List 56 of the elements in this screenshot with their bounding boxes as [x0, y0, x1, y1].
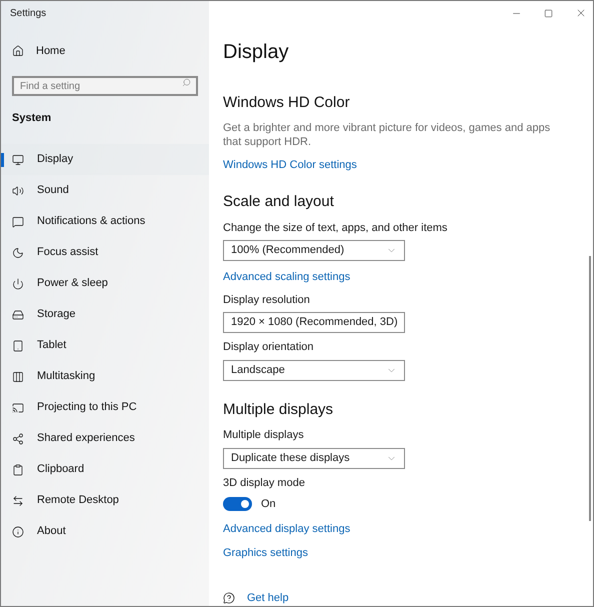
- section-heading: System: [12, 110, 52, 126]
- toggle-state: On: [261, 497, 276, 512]
- field-label: Display resolution: [223, 292, 311, 308]
- field-label: Multiple displays: [223, 428, 305, 443]
- section-heading: Windows HD Color: [223, 93, 350, 113]
- description-text: Get a brighter and more vibrant picture for videos, games and apps that support HDR.: [223, 120, 552, 148]
- field-label: 3D display mode: [223, 476, 306, 490]
- settings-link[interactable]: Windows HD Color settings: [223, 156, 357, 173]
- field-label: Change the size of text, apps, and other items: [223, 220, 448, 236]
- arrows-icon: [12, 494, 24, 506]
- nav-item[interactable]: Shared experiences: [1, 423, 209, 454]
- nav-item[interactable]: Display: [1, 144, 209, 175]
- window-title: Settings: [10, 7, 46, 21]
- nav-item[interactable]: About: [1, 516, 209, 547]
- search-field[interactable]: Find a setting: [12, 76, 198, 96]
- dropdown[interactable]: 100% (Recommended): [223, 240, 405, 261]
- page-title: Display: [223, 40, 289, 65]
- cast-icon: [12, 402, 24, 414]
- settings-link[interactable]: Advanced display settings: [223, 520, 350, 537]
- help-link[interactable]: Get help: [223, 590, 289, 606]
- nav-item[interactable]: Notifications & actions: [1, 206, 209, 237]
- message-icon: [12, 216, 24, 228]
- nav-item[interactable]: Remote Desktop: [1, 485, 209, 516]
- help-icon: [223, 592, 235, 604]
- info-icon: [12, 526, 24, 538]
- toggle-switch[interactable]: [223, 497, 252, 512]
- search-icon: [182, 78, 191, 86]
- dropdown[interactable]: 1920 × 1080 (Recommended, 3D): [223, 312, 405, 333]
- nav-item[interactable]: Storage: [1, 299, 209, 330]
- columns-icon: [12, 370, 24, 382]
- nav-item[interactable]: Sound: [1, 175, 209, 206]
- dropdown[interactable]: Landscape: [223, 360, 405, 380]
- speaker-icon: [12, 184, 24, 196]
- display-icon: [12, 154, 24, 166]
- nav-item[interactable]: Projecting to this PC: [1, 392, 209, 423]
- clipboard-icon: [12, 464, 24, 476]
- section-heading: Scale and layout: [223, 192, 334, 212]
- tablet-icon: [12, 340, 24, 352]
- share-icon: [12, 432, 24, 444]
- section-heading: Multiple displays: [223, 400, 334, 420]
- settings-link[interactable]: Advanced scaling settings: [223, 269, 350, 286]
- settings-link[interactable]: Graphics settings: [223, 545, 308, 562]
- home-item[interactable]: Home: [12, 43, 66, 60]
- nav-item[interactable]: Clipboard: [1, 454, 209, 485]
- power-icon: [12, 278, 24, 290]
- nav-item[interactable]: Tablet: [1, 330, 209, 361]
- home-icon: [12, 45, 24, 58]
- field-label: Display orientation: [223, 340, 314, 355]
- nav-item[interactable]: Multitasking: [1, 361, 209, 392]
- close-icon[interactable]: [575, 7, 587, 19]
- nav-item[interactable]: Power & sleep: [1, 268, 209, 299]
- nav-item[interactable]: Focus assist: [1, 237, 209, 268]
- moon-icon: [12, 246, 24, 258]
- maximize-icon[interactable]: [544, 8, 553, 18]
- drive-icon: [12, 308, 24, 320]
- dropdown[interactable]: Duplicate these displays: [223, 448, 405, 468]
